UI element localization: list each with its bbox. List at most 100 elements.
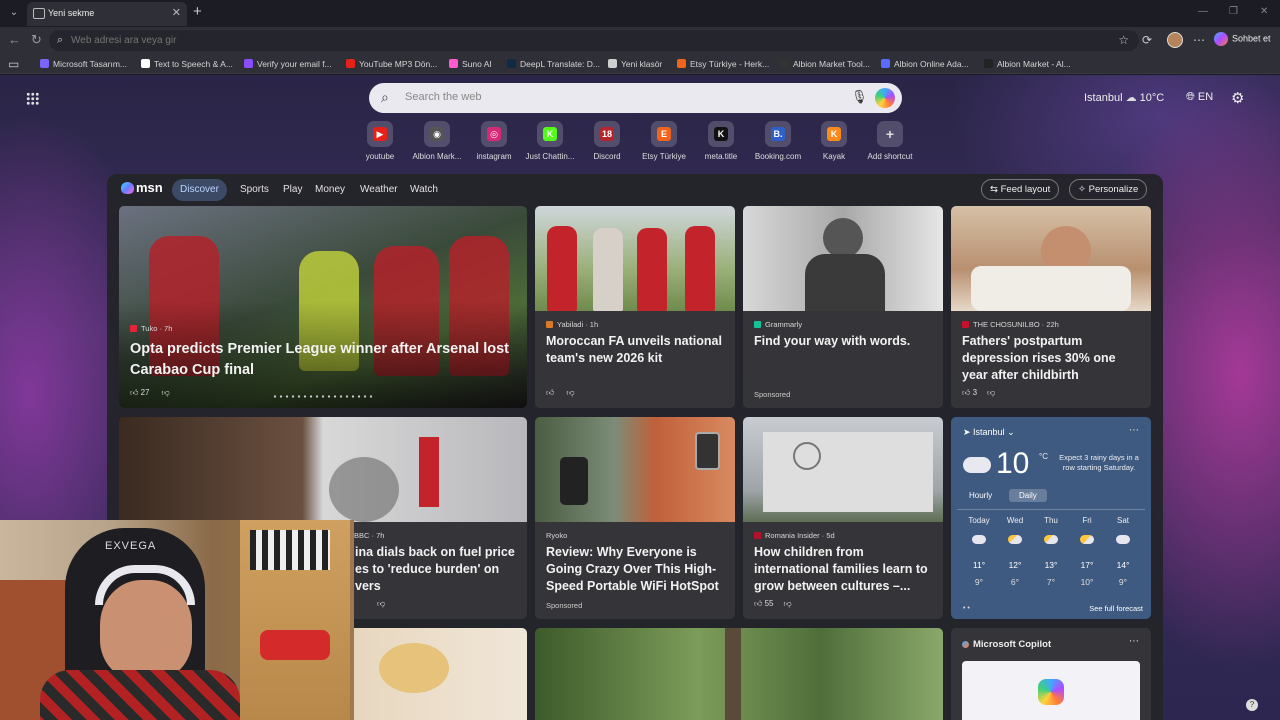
news-image bbox=[951, 206, 1151, 311]
feed-tab-play[interactable]: Play bbox=[275, 179, 310, 201]
source-logo bbox=[754, 321, 761, 328]
high-temp: 13° bbox=[1044, 560, 1058, 570]
refresh-icon[interactable]: ↻ bbox=[31, 32, 42, 48]
shortcut-icon-frame: K bbox=[821, 121, 847, 147]
thumbs-down-icon[interactable]: 👎︎ bbox=[987, 388, 995, 397]
thumbs-up-icon[interactable]: 👍︎ bbox=[754, 599, 765, 608]
news-card[interactable] bbox=[535, 628, 943, 720]
forecast-day: Today bbox=[968, 516, 990, 525]
gear-icon[interactable]: ⚙ bbox=[1231, 89, 1244, 107]
thumbs-up-icon[interactable]: 👍︎ bbox=[130, 388, 141, 397]
tab-hourly[interactable]: Hourly bbox=[963, 489, 998, 502]
see-full-forecast-link[interactable]: See full forecast bbox=[1089, 604, 1143, 613]
shortcut-tile[interactable]: Kmeta.title bbox=[691, 121, 751, 161]
bookmark-item[interactable]: YouTube MP3 Dön... bbox=[346, 57, 437, 71]
help-icon[interactable]: ? bbox=[1246, 699, 1258, 711]
more-options-icon[interactable]: ⋯ bbox=[1193, 33, 1205, 47]
sponsored-card[interactable]: Grammarly Find your way with words. Spon… bbox=[743, 206, 943, 408]
card-title[interactable]: Find your way with words. bbox=[754, 333, 933, 350]
maximize-icon[interactable]: ❐ bbox=[1229, 6, 1238, 17]
tab-actions-menu[interactable]: ⌄ bbox=[4, 4, 24, 22]
thumbs-down-icon[interactable]: 👎︎ bbox=[784, 599, 792, 608]
news-card[interactable]: Romania Insider · 5d How children from i… bbox=[743, 417, 943, 619]
bookmark-item[interactable]: Suno AI bbox=[449, 57, 492, 71]
feed-tab-sports[interactable]: Sports bbox=[232, 179, 277, 201]
card-title[interactable]: Review: Why Everyone is Going Crazy Over… bbox=[546, 544, 725, 595]
thumbs-up-icon[interactable]: 👍︎ bbox=[962, 388, 973, 397]
collections-icon[interactable]: ▭ bbox=[8, 57, 19, 71]
bookmark-folder[interactable]: Yeni klasör bbox=[608, 57, 662, 71]
weather-note[interactable]: Expect 3 rainy days in a row starting Sa… bbox=[1059, 453, 1139, 473]
temp-unit: °C bbox=[1039, 452, 1048, 461]
search-input[interactable] bbox=[405, 91, 825, 103]
msn-logo[interactable]: msn bbox=[121, 180, 163, 196]
extensions-icon[interactable]: ⟳ bbox=[1142, 33, 1152, 47]
shortcut-tile[interactable]: E Etsy Türkiye bbox=[634, 121, 694, 161]
carousel-dots[interactable] bbox=[272, 395, 372, 398]
shortcut-tile[interactable]: K Just Chattin... bbox=[520, 121, 580, 161]
more-options-icon[interactable]: ⋯ bbox=[1129, 425, 1139, 436]
close-window-icon[interactable]: ✕ bbox=[1260, 6, 1268, 17]
bookmark-item[interactable]: Etsy Türkiye - Herk... bbox=[677, 57, 769, 71]
card-title[interactable]: Moroccan FA unveils national team's new … bbox=[546, 333, 725, 367]
sponsored-card[interactable]: Ryoko Review: Why Everyone is Going Craz… bbox=[535, 417, 735, 619]
bookmark-item[interactable]: Albion Online Ada... bbox=[881, 57, 969, 71]
bookmark-label: DeepL Translate: D... bbox=[520, 59, 601, 69]
weather-city[interactable]: ➤ Istanbul ⌄ bbox=[963, 427, 1015, 438]
more-options-icon[interactable]: ⋯ bbox=[1129, 636, 1139, 647]
news-card[interactable]: THE CHOSUNILBO · 22h Fathers' postpartum… bbox=[951, 206, 1151, 408]
bookmark-item[interactable]: Microsoft Tasarım... bbox=[40, 57, 127, 71]
copilot-icon[interactable] bbox=[875, 88, 895, 108]
address-bar[interactable]: ⌕ ☆ bbox=[49, 30, 1139, 51]
thumbs-down-icon[interactable]: 👎︎ bbox=[162, 388, 170, 397]
card-title[interactable]: Opta predicts Premier League winner afte… bbox=[130, 339, 517, 381]
card-title[interactable]: ina dials back on fuel price es to 'redu… bbox=[355, 544, 517, 595]
feed-tab-discover[interactable]: Discover bbox=[172, 179, 227, 201]
web-search-box[interactable]: ⌕ 🎙 bbox=[369, 83, 902, 113]
shortcut-tile[interactable]: ◉ Albion Mark... bbox=[407, 121, 467, 161]
language-selector[interactable]: 🌐︎ EN bbox=[1186, 91, 1213, 104]
feed-tab-watch[interactable]: Watch bbox=[402, 179, 446, 201]
weather-widget[interactable]: Istanbul ☁ 10°C bbox=[1084, 91, 1164, 104]
active-tab[interactable]: Yeni sekme ✕ bbox=[27, 2, 187, 26]
bookmark-favicon bbox=[244, 59, 253, 68]
close-tab-icon[interactable]: ✕ bbox=[172, 6, 181, 19]
shortcut-tile[interactable]: ▶ youtube bbox=[350, 121, 410, 161]
feed-tab-money[interactable]: Money bbox=[307, 179, 353, 201]
address-input[interactable] bbox=[71, 33, 1071, 48]
bookmark-item[interactable]: Albion Market - Al... bbox=[984, 57, 1071, 71]
profile-avatar[interactable] bbox=[1167, 32, 1183, 48]
bookmark-favicon bbox=[449, 59, 458, 68]
shortcut-tile[interactable]: ◎ instagram bbox=[464, 121, 524, 161]
bookmark-item[interactable]: Verify your email f... bbox=[244, 57, 332, 71]
favorite-star-icon[interactable]: ☆ bbox=[1118, 33, 1129, 47]
card-title[interactable]: Fathers' postpartum depression rises 30%… bbox=[962, 333, 1141, 384]
bookmark-item[interactable]: DeepL Translate: D... bbox=[507, 57, 600, 71]
tab-daily[interactable]: Daily bbox=[1009, 489, 1047, 502]
feed-tab-weather[interactable]: Weather bbox=[352, 179, 406, 201]
shortcut-tile[interactable]: B. Booking.com bbox=[748, 121, 808, 161]
weather-card[interactable]: ➤ Istanbul ⌄ ⋯ 10 °C Expect 3 rainy days… bbox=[951, 417, 1151, 619]
microphone-icon[interactable]: 🎙 bbox=[851, 89, 868, 105]
copilot-chat-button[interactable]: Sohbet et bbox=[1214, 32, 1271, 49]
minimize-icon[interactable]: — bbox=[1198, 6, 1208, 17]
bookmark-item[interactable]: Albion Market Tool... bbox=[780, 57, 870, 71]
copilot-card[interactable]: Microsoft Copilot ⋯ bbox=[951, 628, 1151, 720]
feed-layout-button[interactable]: ⇆ Feed layout bbox=[981, 179, 1060, 200]
shortcut-tile[interactable]: 18 Discord bbox=[577, 121, 637, 161]
hero-news-card[interactable]: Tuko · 7h Opta predicts Premier League w… bbox=[119, 206, 527, 408]
pager-dots[interactable]: • • bbox=[963, 605, 970, 612]
card-title[interactable]: How children from international families… bbox=[754, 544, 933, 595]
copilot-preview[interactable] bbox=[962, 661, 1140, 720]
thumbs-down-icon[interactable]: 👎︎ bbox=[566, 388, 574, 397]
new-tab-button[interactable]: + bbox=[193, 3, 202, 20]
shortcut-tile[interactable]: K Kayak bbox=[804, 121, 864, 161]
add-shortcut-button[interactable]: + Add shortcut bbox=[860, 121, 920, 161]
personalize-button[interactable]: ✧ Personalize bbox=[1069, 179, 1148, 200]
news-card[interactable]: Yabiladi · 1h Moroccan FA unveils nation… bbox=[535, 206, 735, 408]
back-arrow-icon[interactable]: ← bbox=[8, 32, 21, 47]
bookmark-item[interactable]: Text to Speech & A... bbox=[141, 57, 233, 71]
app-launcher-icon[interactable] bbox=[26, 92, 39, 105]
thumbs-down-icon[interactable]: 👎︎ bbox=[377, 599, 385, 608]
thumbs-up-icon[interactable]: 👍︎ bbox=[546, 388, 554, 397]
